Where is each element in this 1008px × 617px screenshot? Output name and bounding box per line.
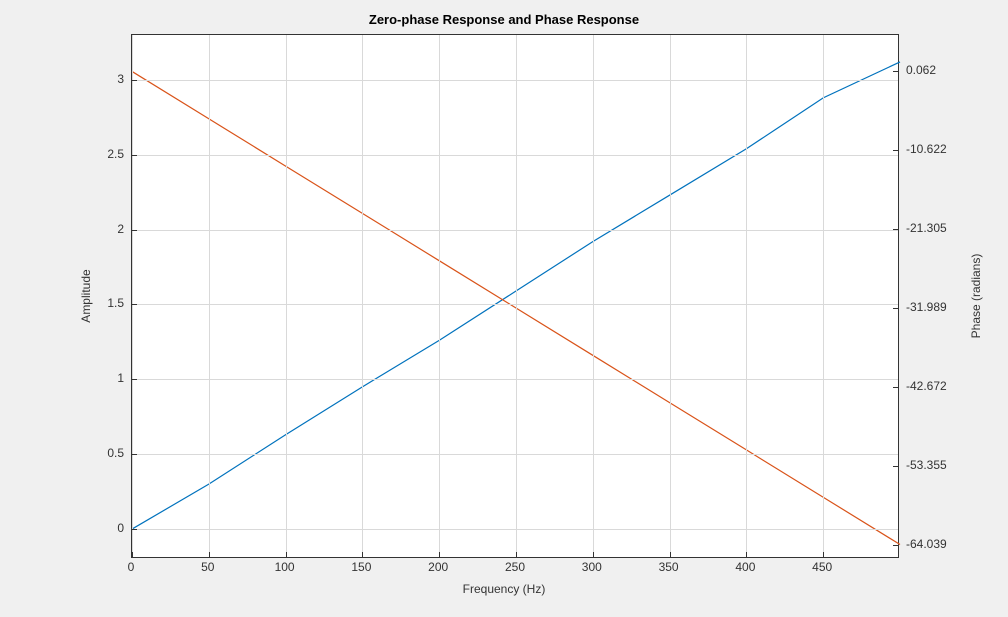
tick-label-x: 200 (428, 560, 448, 574)
grid-vertical (209, 35, 210, 557)
tick-label-yr: -10.622 (906, 142, 947, 156)
tick-label-yl: 0 (117, 521, 124, 535)
tick-label-yl: 3 (117, 72, 124, 86)
grid-horizontal (132, 80, 898, 81)
tick-label-x: 250 (505, 560, 525, 574)
grid-vertical (362, 35, 363, 557)
tick-yl (132, 454, 137, 455)
tick-yr (893, 545, 898, 546)
tick-yl (132, 304, 137, 305)
tick-label-x: 400 (735, 560, 755, 574)
plot-area (131, 34, 899, 558)
grid-vertical (439, 35, 440, 557)
tick-yr (893, 387, 898, 388)
tick-label-yr: -53.355 (906, 458, 947, 472)
grid-vertical (286, 35, 287, 557)
grid-horizontal (132, 454, 898, 455)
tick-yl (132, 80, 137, 81)
tick-label-x: 300 (582, 560, 602, 574)
tick-x (439, 552, 440, 557)
grid-vertical (746, 35, 747, 557)
grid-vertical (516, 35, 517, 557)
tick-label-x: 150 (351, 560, 371, 574)
tick-label-yr: 0.062 (906, 63, 936, 77)
tick-label-x: 50 (201, 560, 214, 574)
y-axis-left-label: Amplitude (79, 269, 93, 322)
tick-label-yl: 2 (117, 222, 124, 236)
y-axis-right-label: Phase (radians) (969, 254, 983, 339)
tick-yl (132, 230, 137, 231)
tick-label-yl: 1 (117, 371, 124, 385)
x-axis-label: Frequency (Hz) (0, 582, 1008, 596)
chart-figure: Zero-phase Response and Phase Response F… (0, 0, 1008, 617)
chart-title: Zero-phase Response and Phase Response (0, 12, 1008, 27)
grid-vertical (593, 35, 594, 557)
tick-x (670, 552, 671, 557)
chart-lines (132, 35, 898, 557)
tick-label-yr: -64.039 (906, 537, 947, 551)
tick-x (516, 552, 517, 557)
tick-yr (893, 229, 898, 230)
grid-vertical (823, 35, 824, 557)
tick-x (746, 552, 747, 557)
grid-vertical (670, 35, 671, 557)
tick-label-x: 100 (275, 560, 295, 574)
grid-vertical (132, 35, 133, 557)
tick-label-yr: -31.989 (906, 300, 947, 314)
grid-horizontal (132, 230, 898, 231)
tick-label-yl: 0.5 (107, 446, 124, 460)
tick-yr (893, 71, 898, 72)
grid-horizontal (132, 304, 898, 305)
tick-label-x: 0 (128, 560, 135, 574)
tick-x (362, 552, 363, 557)
tick-yr (893, 466, 898, 467)
grid-horizontal (132, 155, 898, 156)
grid-horizontal (132, 379, 898, 380)
grid-horizontal (132, 529, 898, 530)
tick-label-x: 350 (659, 560, 679, 574)
tick-yl (132, 155, 137, 156)
tick-label-yl: 1.5 (107, 296, 124, 310)
tick-label-x: 450 (812, 560, 832, 574)
tick-label-yl: 2.5 (107, 147, 124, 161)
tick-label-yr: -21.305 (906, 221, 947, 235)
tick-x (209, 552, 210, 557)
tick-x (593, 552, 594, 557)
tick-x (286, 552, 287, 557)
tick-yl (132, 379, 137, 380)
tick-label-yr: -42.672 (906, 379, 947, 393)
tick-yr (893, 150, 898, 151)
tick-x (132, 552, 133, 557)
tick-x (823, 552, 824, 557)
tick-yr (893, 308, 898, 309)
tick-yl (132, 529, 137, 530)
